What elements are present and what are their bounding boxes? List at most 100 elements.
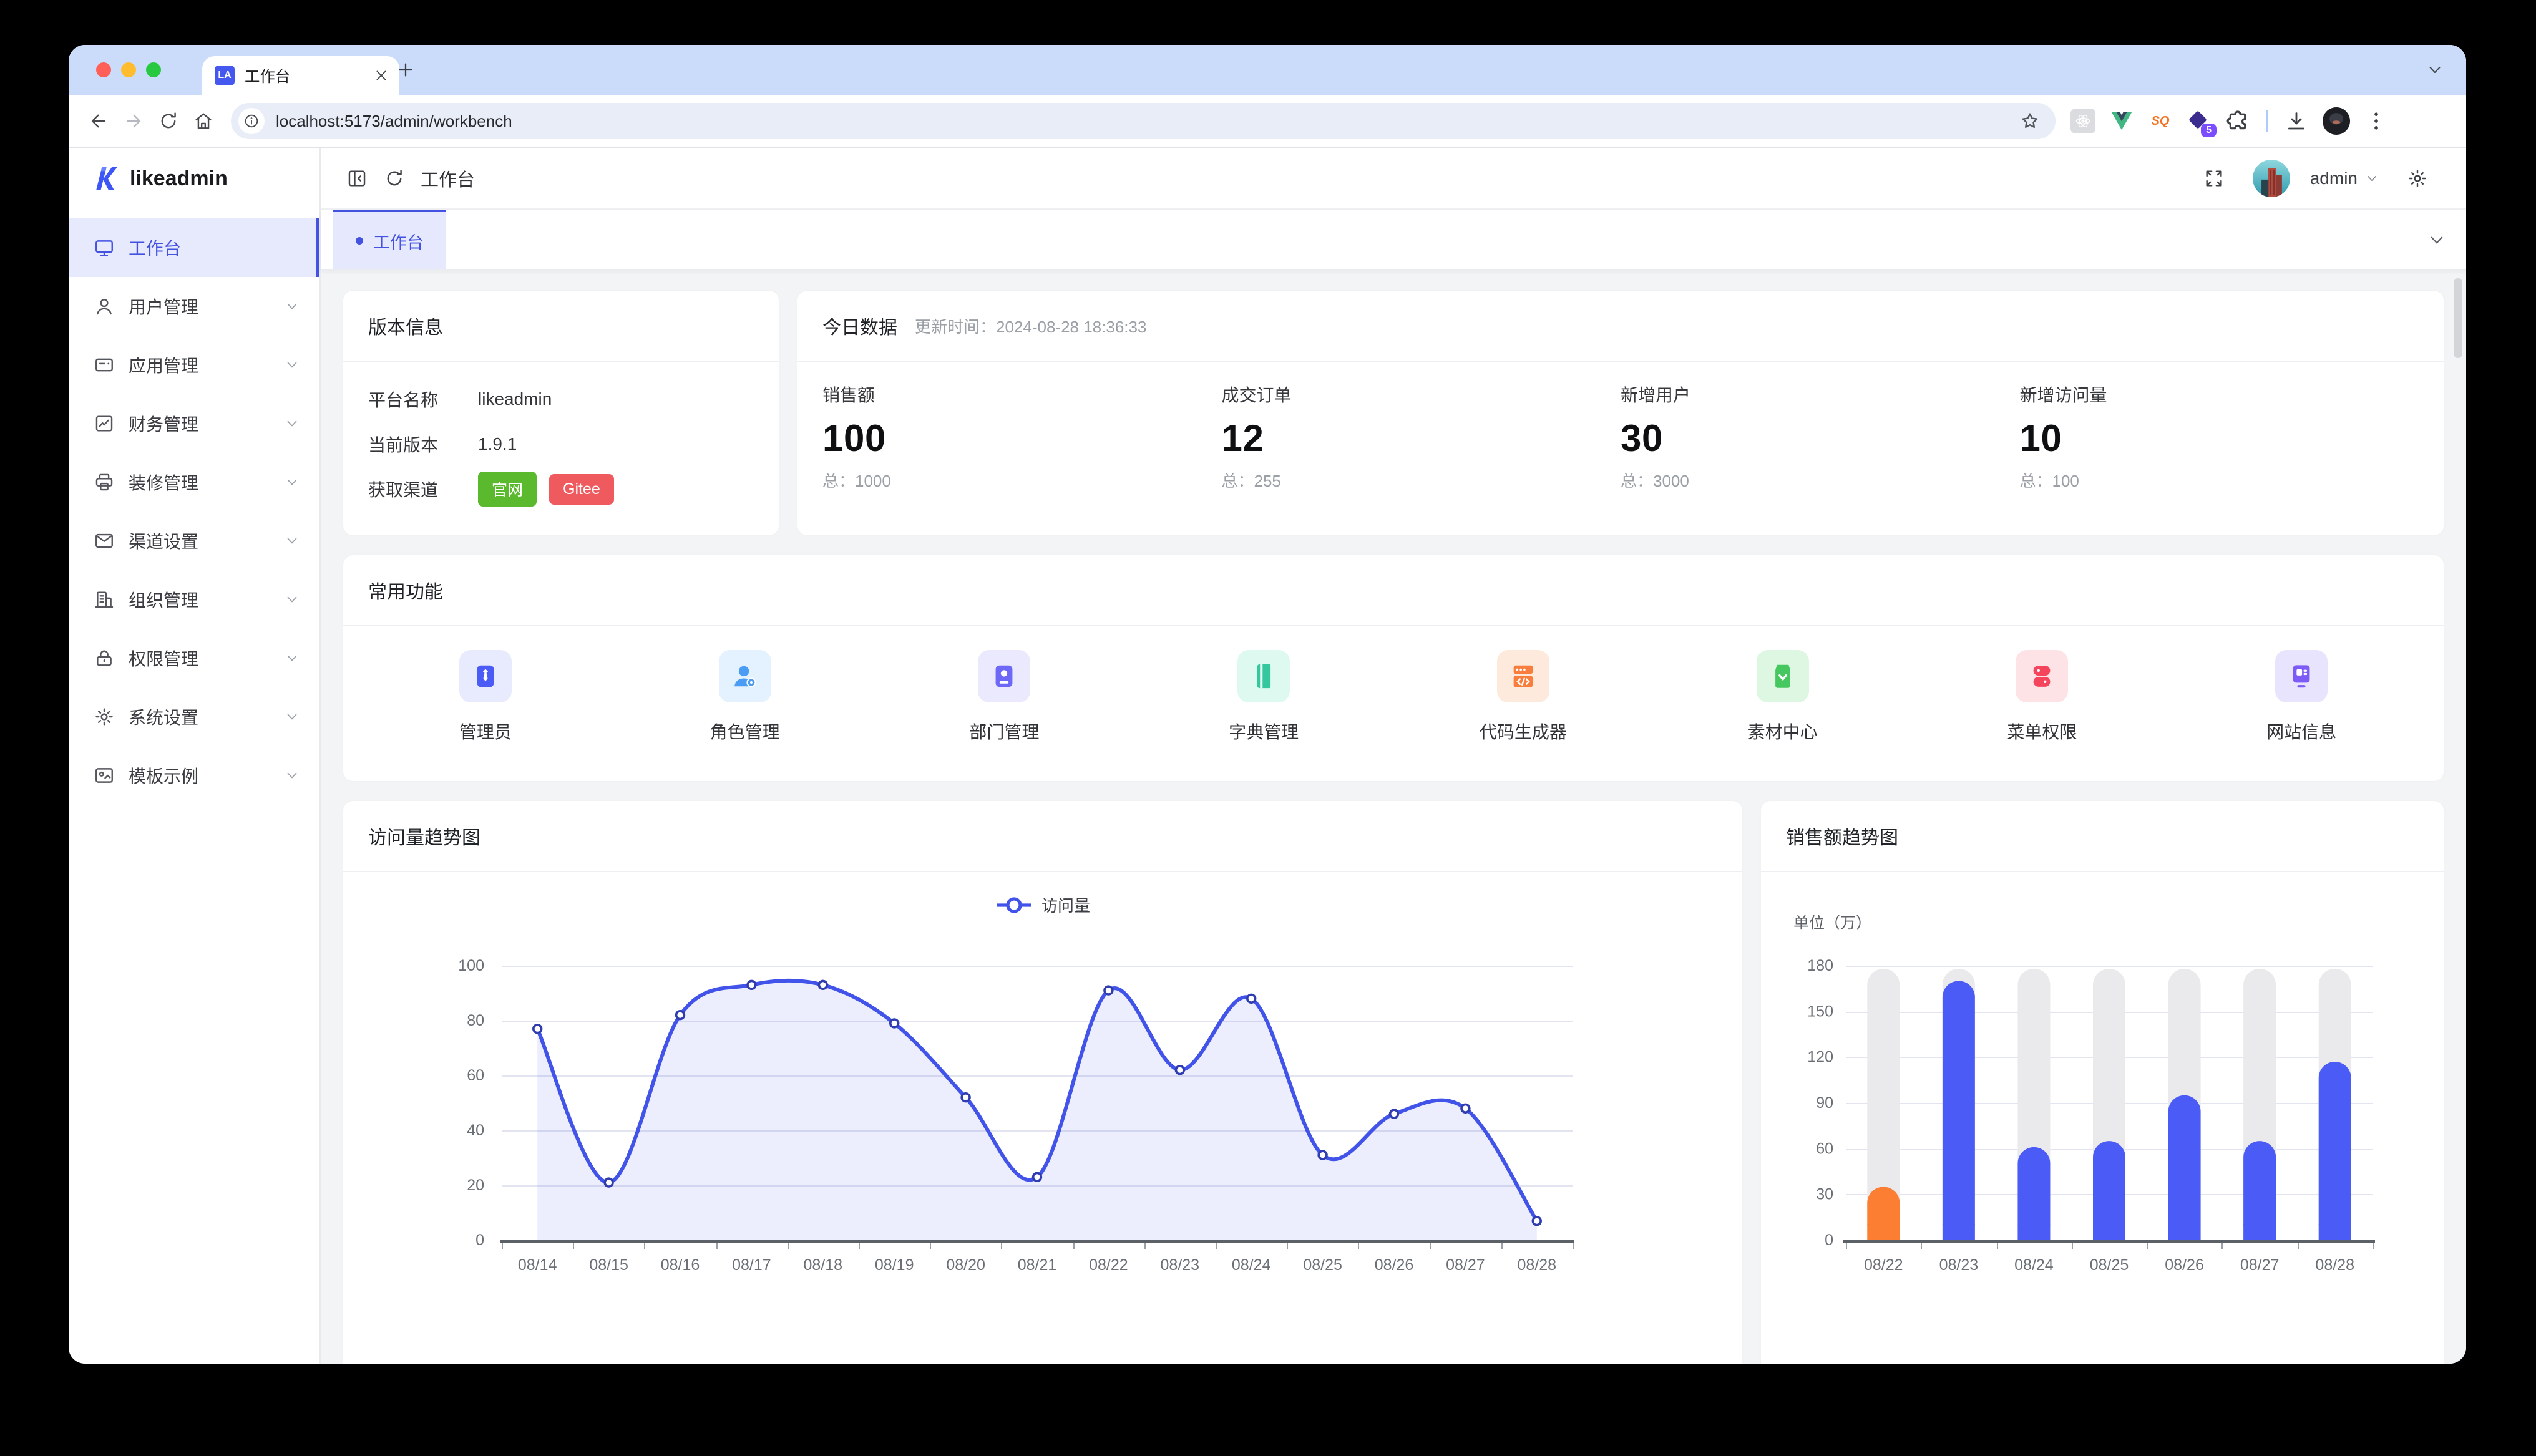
quick-tile-label: 素材中心 bbox=[1748, 719, 1818, 744]
quick-tile-菜单权限[interactable]: 菜单权限 bbox=[1913, 643, 2172, 744]
svg-text:120: 120 bbox=[1807, 1049, 1833, 1066]
extension-badge: 5 bbox=[2201, 124, 2217, 137]
sq-extension-icon[interactable]: SQ bbox=[2148, 109, 2173, 133]
svg-text:08/15: 08/15 bbox=[589, 1256, 628, 1274]
chevron-down-icon bbox=[285, 357, 300, 372]
svg-text:08/17: 08/17 bbox=[732, 1256, 771, 1274]
svg-text:0: 0 bbox=[476, 1231, 484, 1249]
quick-tile-网站信息[interactable]: 网站信息 bbox=[2172, 643, 2431, 744]
workbench-content: 版本信息 平台名称likeadmin当前版本1.9.1获取渠道官网Gitee 今… bbox=[321, 271, 2466, 1364]
quick-tile-角色管理[interactable]: 角色管理 bbox=[615, 643, 875, 744]
quick-tile-代码生成器[interactable]: 代码生成器 bbox=[1393, 643, 1653, 744]
vue-devtools-extension-icon[interactable] bbox=[2109, 109, 2134, 133]
sidebar-item-渠道设置[interactable]: 渠道设置 bbox=[69, 512, 319, 570]
stat-block: 新增访问量10总：100 bbox=[2020, 382, 2419, 492]
site-info-button[interactable] bbox=[238, 108, 265, 134]
gear-icon bbox=[94, 706, 115, 727]
sidebar-item-权限管理[interactable]: 权限管理 bbox=[69, 629, 319, 687]
extension-with-badge-icon[interactable]: 5 bbox=[2187, 109, 2212, 133]
tabbar-chevron-down-icon[interactable] bbox=[2427, 231, 2446, 250]
browser-tab[interactable]: LA 工作台 bbox=[202, 56, 399, 95]
sidebar-item-模板示例[interactable]: 模板示例 bbox=[69, 746, 319, 805]
quick-tile-字典管理[interactable]: 字典管理 bbox=[1134, 643, 1393, 744]
zoom-window-button[interactable] bbox=[146, 62, 161, 77]
url-bar[interactable]: localhost:5173/admin/workbench bbox=[231, 103, 2056, 139]
new-tab-button[interactable] bbox=[396, 60, 416, 80]
tab-title: 工作台 bbox=[245, 65, 373, 87]
org-icon bbox=[94, 589, 115, 610]
svg-text:08/24: 08/24 bbox=[1232, 1256, 1271, 1274]
stat-block: 成交订单12总：255 bbox=[1222, 382, 1621, 492]
sidebar-item-系统设置[interactable]: 系统设置 bbox=[69, 687, 319, 746]
forward-button[interactable] bbox=[116, 104, 151, 138]
svg-text:08/19: 08/19 bbox=[875, 1256, 914, 1274]
svg-text:20: 20 bbox=[467, 1177, 484, 1194]
atom-icon bbox=[2074, 112, 2092, 130]
sidebar-item-组织管理[interactable]: 组织管理 bbox=[69, 570, 319, 629]
svg-text:08/16: 08/16 bbox=[661, 1256, 700, 1274]
app-icon bbox=[94, 354, 115, 376]
bookmark-star-icon[interactable] bbox=[2019, 110, 2041, 132]
user-icon bbox=[94, 296, 115, 317]
quick-tile-label: 管理员 bbox=[459, 719, 512, 744]
user-avatar[interactable] bbox=[2253, 160, 2290, 197]
quick-tile-label: 代码生成器 bbox=[1480, 719, 1567, 744]
user-menu[interactable]: admin bbox=[2310, 168, 2379, 188]
fullscreen-icon bbox=[2203, 168, 2225, 189]
sidebar-item-label: 组织管理 bbox=[129, 587, 198, 612]
chevron-down-icon bbox=[285, 533, 300, 548]
close-window-button[interactable] bbox=[96, 62, 111, 77]
browser-profile-avatar[interactable] bbox=[2323, 107, 2350, 135]
refresh-page-button[interactable] bbox=[376, 160, 413, 197]
channel-icon bbox=[94, 530, 115, 551]
extensions-puzzle-icon[interactable] bbox=[2225, 109, 2250, 133]
quick-tile-管理员[interactable]: 管理员 bbox=[356, 643, 615, 744]
sidebar-item-用户管理[interactable]: 用户管理 bbox=[69, 277, 319, 336]
tab-search-icon[interactable] bbox=[2426, 61, 2444, 79]
sidebar-item-label: 渠道设置 bbox=[129, 528, 198, 553]
tab-close-icon[interactable] bbox=[373, 67, 389, 84]
minimize-window-button[interactable] bbox=[121, 62, 136, 77]
fullscreen-button[interactable] bbox=[2195, 160, 2233, 197]
quick-tile-label: 字典管理 bbox=[1229, 719, 1299, 744]
url-text[interactable]: localhost:5173/admin/workbench bbox=[276, 112, 2019, 131]
sidebar-item-装修管理[interactable]: 装修管理 bbox=[69, 453, 319, 512]
quick-tile-label: 菜单权限 bbox=[2007, 719, 2077, 744]
page-tab-workbench[interactable]: 工作台 bbox=[333, 210, 446, 269]
stat-total: 总：3000 bbox=[1621, 468, 2020, 492]
browser-tabstrip: LA 工作台 bbox=[69, 45, 2466, 95]
reload-button[interactable] bbox=[151, 104, 186, 138]
sidebar-item-工作台[interactable]: 工作台 bbox=[69, 218, 319, 277]
back-button[interactable] bbox=[81, 104, 116, 138]
page-tabbar: 工作台 bbox=[321, 210, 2466, 271]
app-logo[interactable]: likeadmin bbox=[69, 148, 319, 208]
role-icon bbox=[731, 662, 759, 691]
browser-menu-kebab-icon[interactable] bbox=[2364, 109, 2389, 133]
extension-row: SQ 5 bbox=[2070, 107, 2389, 135]
svg-text:08/27: 08/27 bbox=[1446, 1256, 1485, 1274]
home-button[interactable] bbox=[186, 104, 221, 138]
material-icon bbox=[1768, 662, 1797, 691]
codegen-icon bbox=[1509, 662, 1538, 691]
quick-tile-部门管理[interactable]: 部门管理 bbox=[875, 643, 1134, 744]
content-scrollbar-thumb[interactable] bbox=[2454, 278, 2462, 358]
svg-text:150: 150 bbox=[1807, 1002, 1833, 1020]
website-icon bbox=[2287, 662, 2316, 691]
downloads-icon[interactable] bbox=[2284, 109, 2309, 133]
react-devtools-extension-icon[interactable] bbox=[2070, 109, 2095, 133]
sales-bar-chart: 030609012015018008/2208/2308/2408/2508/2… bbox=[1761, 871, 2444, 1295]
sidebar-item-财务管理[interactable]: 财务管理 bbox=[69, 394, 319, 453]
svg-text:08/28: 08/28 bbox=[1518, 1256, 1557, 1274]
channel-button-Gitee[interactable]: Gitee bbox=[549, 474, 614, 505]
svg-text:30: 30 bbox=[1816, 1186, 1833, 1203]
browser-toolbar: localhost:5173/admin/workbench SQ 5 bbox=[69, 95, 2466, 148]
chevron-down-icon bbox=[285, 709, 300, 724]
svg-text:0: 0 bbox=[1825, 1231, 1833, 1249]
quick-tile-素材中心[interactable]: 素材中心 bbox=[1653, 643, 1913, 744]
sidebar-item-应用管理[interactable]: 应用管理 bbox=[69, 336, 319, 394]
today-data-card: 今日数据 更新时间：2024-08-28 18:36:33 销售额100总：10… bbox=[797, 291, 2444, 535]
channel-button-官网[interactable]: 官网 bbox=[478, 472, 537, 507]
template-icon bbox=[94, 765, 115, 786]
settings-button[interactable] bbox=[2399, 160, 2436, 197]
collapse-sidebar-button[interactable] bbox=[338, 160, 376, 197]
